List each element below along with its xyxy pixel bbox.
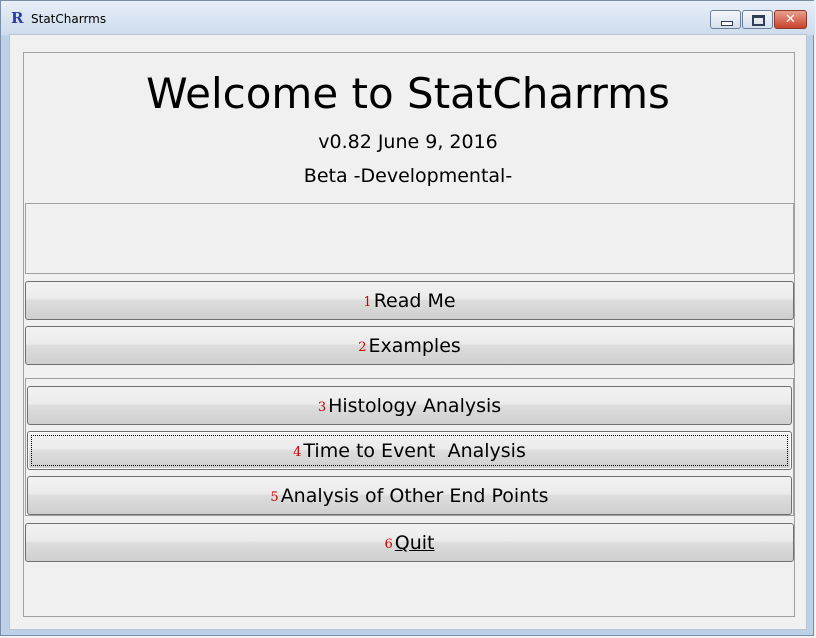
app-window: R StatCharrms ✕ Welcome to StatCharrms v… [0, 0, 815, 636]
status-text: Beta -Developmental- [303, 165, 513, 187]
button-number: 2 [358, 340, 367, 355]
button-number: 6 [384, 537, 393, 552]
button-label: Examples [368, 335, 461, 357]
maximize-icon [743, 11, 772, 28]
version-text: v0.82 June 9, 2016 [318, 131, 498, 153]
button-number: 1 [363, 295, 372, 310]
histology-analysis-button[interactable]: 3 Histology Analysis [27, 386, 792, 425]
examples-button[interactable]: 2 Examples [25, 326, 794, 365]
message-panel [25, 203, 794, 274]
button-label: Time to Event Analysis [303, 440, 526, 462]
button-label: Histology Analysis [328, 395, 502, 417]
client-area: Welcome to StatCharrms v0.82 June 9, 201… [9, 34, 807, 630]
button-number: 5 [270, 490, 279, 505]
close-button[interactable]: ✕ [774, 10, 807, 29]
time-to-event-analysis-button[interactable]: 4 Time to Event Analysis [27, 431, 792, 470]
window-title: StatCharrms [31, 12, 107, 26]
read-me-button[interactable]: 1 Read Me [25, 281, 794, 320]
close-icon: ✕ [785, 12, 796, 27]
button-number: 3 [317, 400, 327, 415]
minimize-icon [711, 11, 740, 28]
minimize-button[interactable] [710, 10, 741, 29]
maximize-button[interactable] [742, 10, 773, 29]
button-label: Quit [394, 532, 435, 554]
button-label: Read Me [373, 290, 456, 312]
other-end-points-analysis-button[interactable]: 5 Analysis of Other End Points [27, 476, 792, 515]
r-logo-icon: R [11, 9, 24, 27]
button-number: 4 [293, 445, 302, 460]
button-label: Analysis of Other End Points [280, 485, 549, 507]
welcome-title: Welcome to StatCharrms [146, 69, 670, 118]
quit-button[interactable]: 6 Quit [25, 523, 794, 562]
title-bar[interactable]: R StatCharrms ✕ [1, 1, 815, 35]
